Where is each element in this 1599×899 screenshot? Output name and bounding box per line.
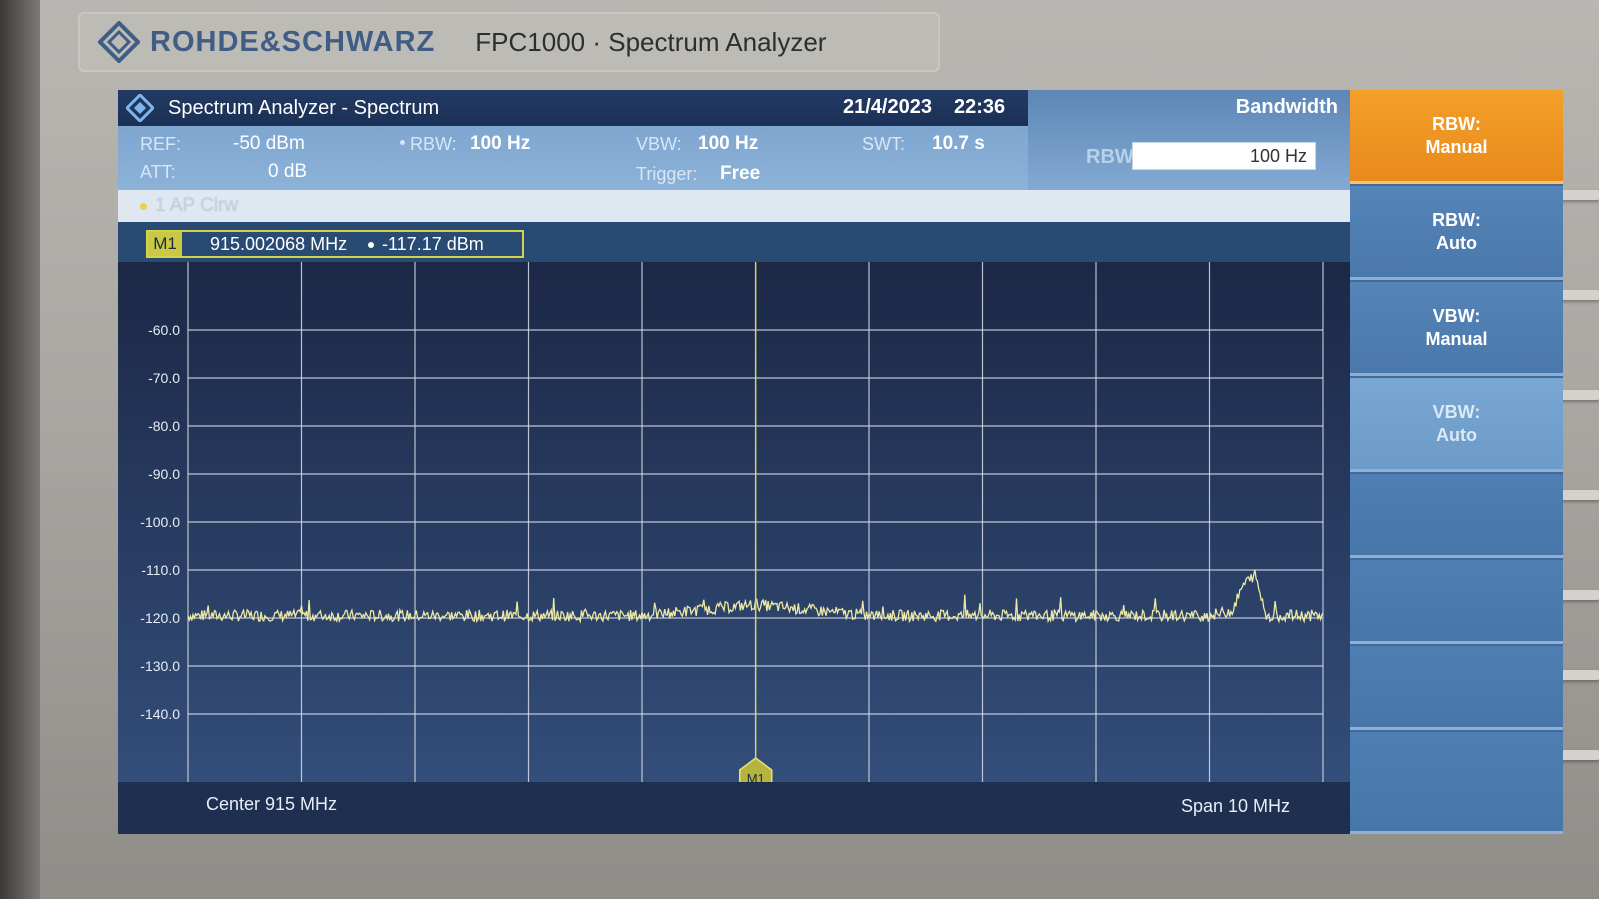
marker-level: -117.17 dBm (382, 234, 484, 254)
marker-flag-label: M1 (747, 771, 765, 782)
y-tick-label: -130.0 (140, 658, 180, 674)
brand-name: ROHDE&SCHWARZ (150, 25, 436, 58)
rbw-value[interactable]: 100 Hz (470, 133, 530, 155)
marker-readout[interactable]: M1 915.002068 MHz -117.17 dBm (146, 230, 524, 258)
rbw-indicator-dot (400, 140, 405, 145)
ref-label: REF: (140, 134, 182, 154)
spectrum-plot-svg: -60.0 -70.0 -80.0 -90.0 -100.0 -110.0 -120.0 -1… (118, 262, 1350, 782)
app-title: Spectrum Analyzer - Spectrum (168, 96, 440, 119)
y-tick-label: -60.0 (148, 322, 180, 338)
swt-label: SWT: (862, 134, 905, 154)
rohde-schwarz-logo-icon (98, 21, 140, 63)
rbw-input[interactable]: 100 Hz (1132, 142, 1316, 170)
marker-frequency: 915.002068 MHz (210, 234, 348, 254)
trigger-label: Trigger: (636, 164, 698, 184)
center-frequency-label[interactable]: Center 915 MHz (206, 794, 337, 815)
trace-color-dot (140, 202, 147, 210)
analyzer-screen: Spectrum Analyzer - Spectrum 21/4/2023 2… (118, 90, 1563, 834)
y-tick-label: -120.0 (140, 610, 180, 626)
softkey-7[interactable] (1350, 646, 1563, 730)
softkey-3[interactable]: VBW: Manual (1350, 282, 1563, 376)
vbw-value[interactable]: 100 Hz (698, 133, 758, 155)
title-bar: Spectrum Analyzer - Spectrum 21/4/2023 2… (118, 90, 1028, 126)
plot-footer: Center 915 MHz Span 10 MHz (118, 782, 1350, 834)
rbw-field-label: RBW (1086, 146, 1134, 168)
trigger-value[interactable]: Free (720, 163, 760, 185)
trace-info-strip: 1 AP Clrw (118, 190, 1350, 222)
marker-tag: M1 (148, 232, 182, 256)
app-logo-icon (126, 94, 154, 122)
softkey-1[interactable]: RBW: Manual (1350, 90, 1563, 184)
softkey-4[interactable]: VBW: Auto (1350, 378, 1563, 472)
y-tick-label: -90.0 (148, 466, 180, 482)
model-name: FPC1000 · Spectrum Analyzer (475, 26, 827, 57)
span-label[interactable]: Span 10 MHz (1181, 796, 1290, 817)
date-readout: 21/4/2023 (843, 96, 932, 118)
measurement-parameters: REF: -50 dBm ATT: 0 dB RBW: 100 Hz VBW: … (118, 126, 1028, 190)
att-label: ATT: (140, 162, 176, 182)
y-tick-label: -80.0 (148, 418, 180, 434)
att-value[interactable]: 0 dB (268, 161, 307, 183)
softkey-8[interactable] (1350, 732, 1563, 834)
marker-separator-dot (368, 242, 374, 248)
y-tick-label: -110.0 (141, 562, 180, 578)
bandwidth-panel: Bandwidth RBW 100 Hz (1028, 90, 1350, 190)
y-tick-label: -100.0 (140, 514, 180, 530)
softkey-menu: RBW: Manual RBW: Auto VBW: Manual VBW: Auto (1350, 90, 1563, 834)
brand-plate: ROHDE&SCHWARZ FPC1000 · Spectrum Analyze… (78, 12, 940, 72)
swt-value[interactable]: 10.7 s (932, 133, 985, 155)
rbw-label: RBW: (410, 134, 457, 154)
ref-value[interactable]: -50 dBm (233, 133, 305, 155)
bezel-shadow (0, 0, 40, 899)
time-readout: 22:36 (954, 96, 1006, 118)
softkey-2[interactable]: RBW: Auto (1350, 186, 1563, 280)
softkey-5[interactable] (1350, 474, 1563, 558)
trace-label[interactable]: 1 AP Clrw (155, 195, 238, 217)
y-tick-label: -70.0 (148, 370, 180, 386)
y-tick-label: -140.0 (140, 706, 180, 722)
marker-table: M1 915.002068 MHz -117.17 dBm (118, 222, 1350, 262)
softkey-6[interactable] (1350, 560, 1563, 644)
bandwidth-heading: Bandwidth (1235, 96, 1338, 118)
vbw-label: VBW: (636, 134, 682, 154)
spectrum-plot[interactable]: -60.0 -70.0 -80.0 -90.0 -100.0 -110.0 -120.0 -1… (118, 262, 1350, 782)
